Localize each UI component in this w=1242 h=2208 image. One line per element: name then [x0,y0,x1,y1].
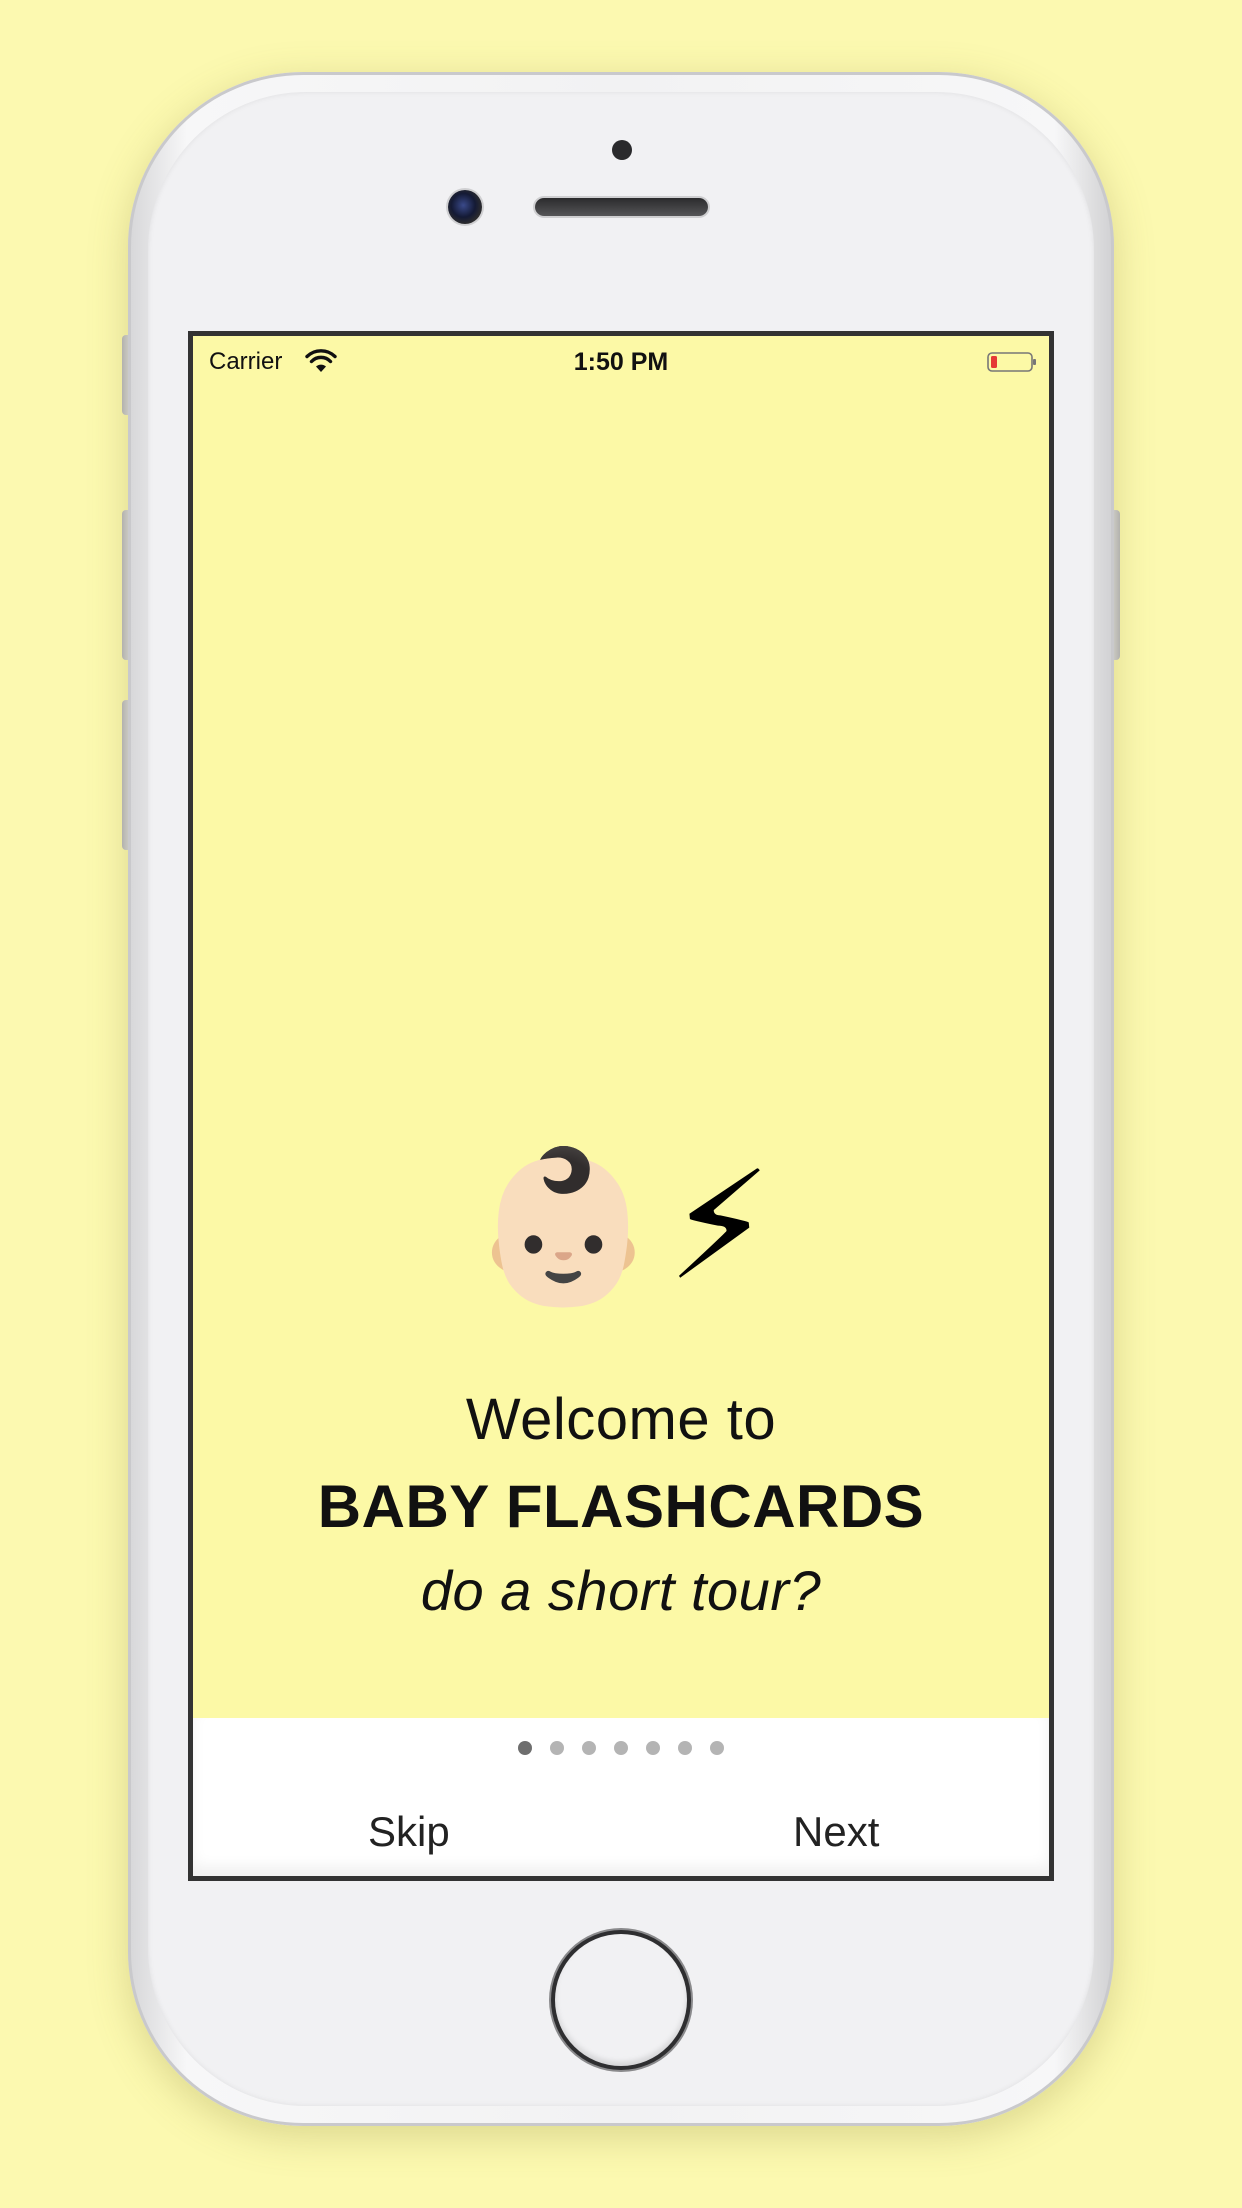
app-title: BABY FLASHCARDS [317,1473,925,1540]
welcome-text: Welcome to [465,1387,777,1452]
page-dot[interactable] [646,1741,660,1755]
front-camera [448,190,482,224]
earpiece-speaker [535,198,708,216]
status-time: 1:50 PM [573,348,669,376]
next-button[interactable]: Next [793,1808,879,1856]
onboarding-bottom-bar: Skip Next [193,1718,1049,1876]
status-bar: Carrier 1:50 PM [193,336,1049,386]
page-dot[interactable] [710,1741,724,1755]
baby-emoji: 👶🏻 [469,1142,657,1310]
page-dot[interactable] [678,1741,692,1755]
page-dot[interactable] [582,1741,596,1755]
page-dot[interactable] [550,1741,564,1755]
hero-emoji-row: 👶🏻⚡ [193,1151,1049,1301]
home-button[interactable] [555,1934,687,2066]
proximity-sensor [612,140,632,160]
page-dot[interactable] [518,1741,532,1755]
page-dot[interactable] [614,1741,628,1755]
lightning-bolt-emoji: ⚡ [666,1142,773,1310]
app-screen: Carrier 1:50 PM 👶🏻⚡ Welcome to BABY FLAS… [188,331,1054,1881]
tour-prompt: do a short tour? [420,1559,822,1622]
battery-low-icon [987,352,1036,372]
page-indicator[interactable] [193,1741,1049,1755]
skip-button[interactable]: Skip [368,1808,450,1856]
